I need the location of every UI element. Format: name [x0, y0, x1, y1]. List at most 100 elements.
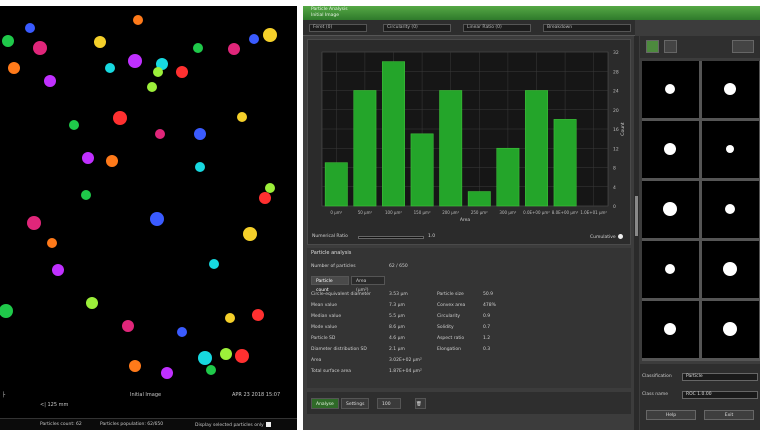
particle-thumbnail[interactable]: [642, 61, 699, 118]
histogram-bar[interactable]: [553, 119, 577, 207]
circularity-selector[interactable]: Circularity (0): [383, 24, 451, 32]
particle[interactable]: [195, 162, 205, 172]
particle[interactable]: [105, 63, 115, 73]
particle[interactable]: [128, 54, 142, 68]
particle[interactable]: [206, 365, 216, 375]
analyse-button[interactable]: Analyse: [311, 398, 339, 409]
histogram-bar[interactable]: [324, 162, 348, 207]
particle-thumbnail[interactable]: [642, 121, 699, 178]
particle[interactable]: [81, 190, 91, 200]
histogram-chart[interactable]: 0 4 8 12 16 20 24 28 32 0 µm² 50 µm² 100 µm² 150 µm²…: [308, 40, 632, 232]
particle[interactable]: [225, 313, 235, 323]
particle[interactable]: [69, 120, 79, 130]
particle[interactable]: [82, 152, 94, 164]
histogram-bar[interactable]: [353, 90, 377, 207]
particle-thumbnail[interactable]: [702, 301, 759, 358]
count-label: Number of particles: [311, 264, 356, 269]
particle[interactable]: [106, 155, 118, 167]
delete-icon[interactable]: 🗑: [415, 398, 426, 409]
particle[interactable]: [249, 34, 259, 44]
particle[interactable]: [2, 35, 14, 47]
particle[interactable]: [155, 129, 165, 139]
particle[interactable]: [259, 192, 271, 204]
cumulative-toggle[interactable]: Cumulative: [590, 234, 623, 240]
particle[interactable]: [263, 28, 277, 42]
particle[interactable]: [25, 23, 35, 33]
classification-field[interactable]: Particle: [682, 373, 758, 381]
particle[interactable]: [209, 259, 219, 269]
feret-selector[interactable]: Feret (0): [309, 24, 367, 32]
particle[interactable]: [47, 238, 57, 248]
x-tick-label: 0 µm²: [330, 210, 342, 215]
classification-panel: Classification Particle Class name ROC 1…: [640, 364, 760, 430]
particle[interactable]: [228, 43, 240, 55]
particle[interactable]: [44, 75, 56, 87]
particle[interactable]: [133, 15, 143, 25]
particle-thumbnail[interactable]: [642, 241, 699, 298]
linear-ratio-selector[interactable]: Linear Ratio (0): [463, 24, 531, 32]
particle[interactable]: [8, 62, 20, 74]
particle[interactable]: [243, 227, 257, 241]
particle[interactable]: [220, 348, 232, 360]
particle[interactable]: [161, 367, 173, 379]
particle-thumbnail[interactable]: [702, 181, 759, 238]
tab-area[interactable]: Area (µm²): [351, 276, 385, 293]
particle[interactable]: [177, 327, 187, 337]
particle[interactable]: [27, 216, 41, 230]
class-name-field[interactable]: ROC 1.0.00: [682, 391, 758, 399]
particle[interactable]: [122, 320, 134, 332]
particle[interactable]: [33, 41, 47, 55]
analysis-window: Particle Analysis Initial Image Feret (0…: [303, 6, 760, 430]
particle[interactable]: [129, 360, 141, 372]
particle-thumbnail[interactable]: [702, 241, 759, 298]
particle[interactable]: [0, 304, 13, 318]
toggle-icon[interactable]: [617, 234, 623, 239]
list-view-icon[interactable]: [664, 40, 677, 53]
histogram-bar[interactable]: [382, 61, 405, 207]
image-viewer[interactable]: ├ <| 125 mm Initial Image APR 23 2018 15…: [0, 6, 297, 430]
particle-thumbnail[interactable]: [702, 61, 759, 118]
particle[interactable]: [176, 66, 188, 78]
ratio-slider[interactable]: [358, 236, 424, 239]
particle[interactable]: [113, 111, 127, 125]
particle[interactable]: [252, 309, 264, 321]
zoom-field[interactable]: 100: [377, 398, 401, 409]
particle-shape: [724, 83, 736, 95]
particle-thumbnail[interactable]: [642, 301, 699, 358]
viewer-footer: Particles count: 62 Particles population…: [0, 418, 297, 430]
stat-name: Solidity: [437, 325, 454, 330]
grid-view-icon[interactable]: [646, 40, 659, 53]
checkbox-icon[interactable]: [265, 422, 271, 427]
particle[interactable]: [193, 43, 203, 53]
histogram-bar[interactable]: [439, 90, 463, 207]
particle[interactable]: [94, 36, 106, 48]
exit-button[interactable]: Exit: [704, 410, 754, 420]
particle[interactable]: [153, 67, 163, 77]
particle[interactable]: [194, 128, 206, 140]
tab-particle-count[interactable]: Particle count: [311, 276, 349, 293]
help-button[interactable]: Help: [646, 410, 696, 420]
particle[interactable]: [265, 183, 275, 193]
breakdown-selector[interactable]: Breakdown: [543, 24, 631, 32]
particle-shape: [664, 143, 676, 155]
histogram-bar[interactable]: [410, 133, 434, 207]
particle-thumbnail[interactable]: [702, 121, 759, 178]
histogram-bar[interactable]: [467, 191, 491, 207]
particle[interactable]: [235, 349, 249, 363]
particle[interactable]: [198, 351, 212, 365]
scrollbar-thumb[interactable]: [635, 196, 638, 236]
particle-thumbnails[interactable]: [642, 61, 760, 361]
stat-name: Aspect ratio: [437, 336, 465, 341]
vertical-scrollbar[interactable]: [634, 36, 639, 430]
particle[interactable]: [52, 264, 64, 276]
particle[interactable]: [86, 297, 98, 309]
options-icon[interactable]: [732, 40, 754, 53]
histogram-bar[interactable]: [496, 147, 520, 207]
settings-button[interactable]: Settings: [341, 398, 370, 409]
particle-thumbnail[interactable]: [642, 181, 699, 238]
particle[interactable]: [237, 112, 247, 122]
histogram-bar[interactable]: [525, 90, 548, 207]
particle[interactable]: [147, 82, 157, 92]
display-selected-toggle[interactable]: Display selected particles only: [195, 422, 271, 428]
particle[interactable]: [150, 212, 164, 226]
